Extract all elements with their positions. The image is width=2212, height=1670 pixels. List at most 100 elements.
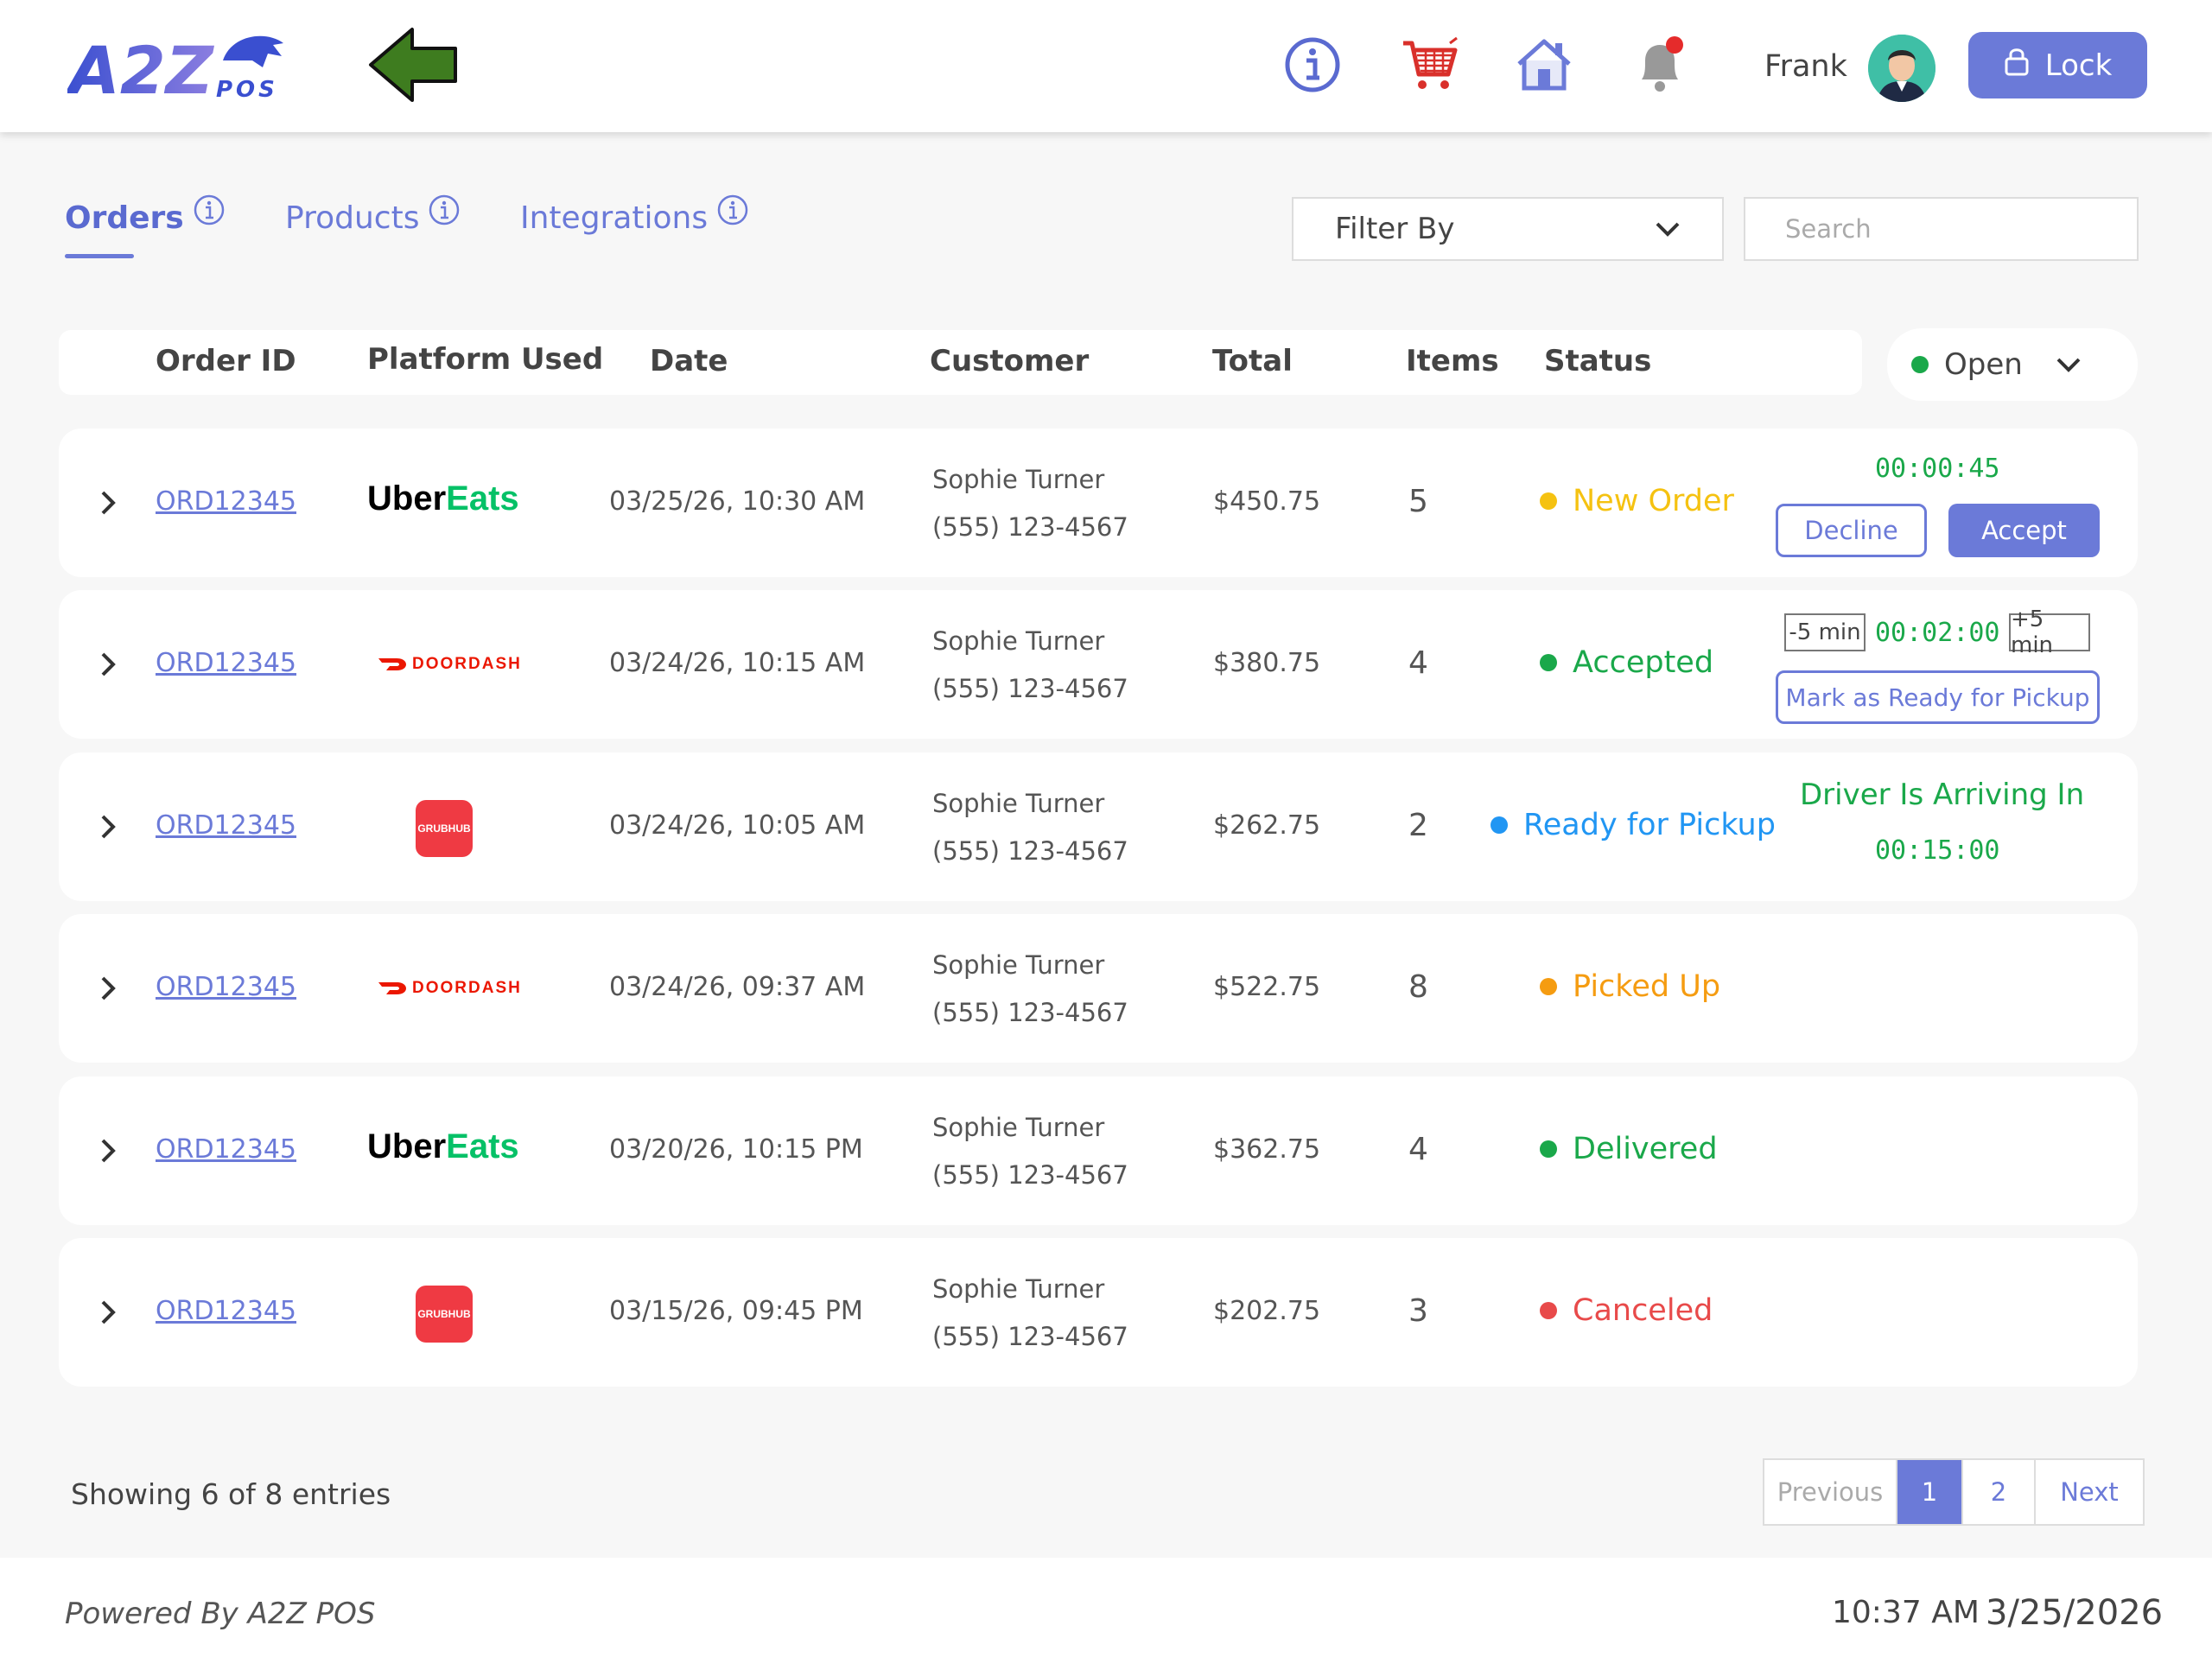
customer-info: Sophie Turner (555) 123-4567 [932, 1266, 1128, 1361]
customer-phone: (555) 123-4567 [932, 1322, 1128, 1351]
order-timer: 00:02:00 [1875, 618, 2000, 648]
order-items: 2 [1408, 808, 1428, 843]
filter-label: Filter By [1335, 212, 1455, 246]
info-icon[interactable] [428, 194, 461, 226]
active-tab-indicator [65, 254, 134, 258]
order-id-link[interactable]: ORD12345 [156, 1134, 296, 1165]
status-label: Canceled [1573, 1293, 1713, 1328]
customer-phone: (555) 123-4567 [932, 998, 1128, 1027]
order-timer: 00:00:45 [1875, 454, 2000, 484]
order-date: 03/20/26, 10:15 PM [609, 1134, 863, 1165]
status-label: Picked Up [1573, 969, 1721, 1004]
order-date: 03/25/26, 10:30 AM [609, 486, 866, 517]
order-items: 8 [1408, 969, 1428, 1005]
grubhub-logo: GRUBHUB [416, 800, 473, 857]
tab-products-label: Products [285, 200, 420, 236]
order-items: 4 [1408, 645, 1428, 681]
status-badge: Picked Up [1540, 969, 1720, 1004]
customer-name: Sophie Turner [932, 950, 1105, 980]
order-items: 5 [1408, 484, 1428, 519]
status-badge: Ready for Pickup [1491, 808, 1776, 842]
customer-name: Sophie Turner [932, 789, 1105, 818]
order-total: $380.75 [1213, 648, 1321, 678]
order-id-link[interactable]: ORD12345 [156, 648, 296, 678]
status-label: Accepted [1573, 645, 1714, 680]
customer-info: Sophie Turner (555) 123-4567 [932, 1104, 1128, 1199]
powered-by: Powered By A2Z POS [65, 1597, 376, 1631]
a2z-pos-logo[interactable]: A2Z POS [65, 26, 287, 109]
customer-phone: (555) 123-4567 [932, 1160, 1128, 1190]
next-page-button[interactable]: Next [2036, 1460, 2143, 1524]
status-badge: Accepted [1540, 645, 1713, 680]
chevron-right-icon[interactable] [95, 1299, 121, 1325]
cart-icon[interactable] [1400, 35, 1460, 95]
column-header-items: Items [1406, 344, 1499, 378]
filter-dropdown[interactable]: Filter By [1292, 197, 1724, 261]
customer-info: Sophie Turner (555) 123-4567 [932, 618, 1128, 713]
footer-date: 3/25/2026 [1986, 1593, 2164, 1633]
tab-orders[interactable]: Orders [65, 194, 226, 236]
order-id-link[interactable]: ORD12345 [156, 1296, 296, 1326]
bell-icon[interactable] [1630, 35, 1690, 95]
order-total: $450.75 [1213, 486, 1321, 517]
column-header-customer: Customer [930, 344, 1090, 378]
uber-eats-logo: UberEats [367, 1127, 519, 1165]
status-label: New Order [1573, 484, 1734, 518]
entries-count: Showing 6 of 8 entries [71, 1477, 391, 1511]
doordash-logo: DOORDASH [378, 655, 522, 674]
status-dot [1491, 816, 1508, 834]
tab-integrations-label: Integrations [520, 200, 709, 236]
order-id-link[interactable]: ORD12345 [156, 810, 296, 841]
order-date: 03/24/26, 10:05 AM [609, 810, 866, 841]
user-name: Frank [1764, 49, 1847, 84]
chevron-right-icon[interactable] [95, 975, 121, 1001]
status-filter-dropdown[interactable]: Open [1887, 328, 2138, 401]
plus-5-min-button[interactable]: +5 min [2009, 606, 2090, 658]
page-1-button[interactable]: 1 [1897, 1460, 1963, 1524]
back-arrow-icon[interactable] [367, 26, 459, 104]
order-id-link[interactable]: ORD12345 [156, 972, 296, 1002]
search-input[interactable] [1744, 197, 2139, 261]
customer-phone: (555) 123-4567 [932, 674, 1128, 703]
footer-time: 10:37 AM [1832, 1595, 1980, 1630]
info-icon[interactable] [716, 194, 749, 226]
mark-ready-for-pickup-button[interactable]: Mark as Ready for Pickup [1776, 670, 2100, 724]
order-date: 03/24/26, 10:15 AM [609, 648, 866, 678]
driver-arriving-label: Driver Is Arriving In [1800, 778, 2085, 812]
accept-button[interactable]: Accept [1948, 504, 2100, 557]
decline-button[interactable]: Decline [1776, 504, 1927, 557]
order-total: $202.75 [1213, 1296, 1321, 1326]
chevron-right-icon[interactable] [95, 490, 121, 516]
customer-info: Sophie Turner (555) 123-4567 [932, 942, 1128, 1037]
user-avatar[interactable] [1868, 35, 1936, 102]
home-icon[interactable] [1514, 35, 1574, 95]
logo-text: A2Z [67, 32, 215, 105]
lock-icon [2004, 47, 2030, 84]
minus-5-min-button[interactable]: -5 min [1784, 613, 1866, 651]
customer-info: Sophie Turner (555) 123-4567 [932, 780, 1128, 875]
chevron-right-icon[interactable] [95, 1138, 121, 1164]
tab-integrations[interactable]: Integrations [520, 194, 749, 236]
customer-name: Sophie Turner [932, 465, 1105, 494]
chevron-down-icon [2056, 358, 2081, 372]
page-2-button[interactable]: 2 [1963, 1460, 2036, 1524]
chevron-right-icon[interactable] [95, 814, 121, 840]
column-header-date: Date [650, 344, 728, 378]
pagination: Previous 1 2 Next [1763, 1458, 2145, 1526]
status-dot [1540, 978, 1557, 995]
lock-button[interactable]: Lock [1968, 32, 2147, 98]
order-items: 3 [1408, 1293, 1428, 1329]
status-dot [1540, 492, 1557, 510]
status-dot [1911, 356, 1929, 373]
column-header-platform: Platform Used [367, 342, 604, 377]
status-badge: Canceled [1540, 1293, 1713, 1328]
info-icon[interactable] [1282, 35, 1343, 95]
info-icon[interactable] [193, 194, 226, 226]
tab-products[interactable]: Products [285, 194, 461, 236]
order-date: 03/15/26, 09:45 PM [609, 1296, 863, 1326]
previous-page-button[interactable]: Previous [1764, 1460, 1897, 1524]
order-total: $522.75 [1213, 972, 1321, 1002]
chevron-right-icon[interactable] [95, 651, 121, 677]
grubhub-logo: GRUBHUB [416, 1286, 473, 1343]
order-id-link[interactable]: ORD12345 [156, 486, 296, 517]
